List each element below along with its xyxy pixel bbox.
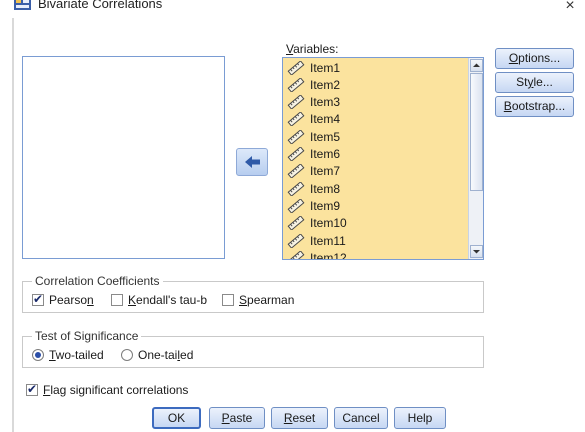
source-variable-list[interactable] [22, 56, 225, 259]
variables-list[interactable]: Item1 Item2 Item3 Item4 Item5 Item6 Item7 Item8… [282, 57, 484, 260]
options-button[interactable]: Options... [495, 48, 574, 69]
variable-item-label: Item12 [310, 250, 347, 260]
spss-dialog-icon [14, 0, 31, 10]
variable-item[interactable]: Item7 [287, 163, 340, 180]
reset-button[interactable]: Reset [271, 407, 328, 429]
variable-item[interactable]: Item8 [287, 180, 340, 197]
scroll-down-arrow[interactable] [470, 245, 483, 258]
move-variables-button[interactable] [236, 148, 268, 176]
test-of-significance-title: Test of Significance [32, 329, 142, 343]
variable-item-label: Item10 [310, 216, 347, 231]
correlation-coefficients-title: Correlation Coefficients [32, 274, 163, 288]
variable-item-label: Item3 [310, 95, 341, 110]
ruler-scale-icon [287, 112, 305, 127]
one-tailed-label[interactable]: One-tailed [138, 348, 193, 362]
help-button[interactable]: Help [394, 407, 446, 429]
variable-item-label: Item11 [310, 233, 346, 248]
flag-significant-checkbox[interactable] [26, 382, 38, 396]
ruler-scale-icon [287, 164, 305, 179]
variable-item-label: Item5 [310, 129, 341, 144]
pearson-label[interactable]: Pearson [49, 293, 94, 307]
variable-item-label: Item2 [310, 77, 341, 92]
ruler-scale-icon [287, 77, 305, 92]
close-icon[interactable]: × [560, 0, 580, 15]
variable-item[interactable]: Item3 [287, 94, 340, 111]
window-left-border [12, 18, 14, 432]
ruler-scale-icon [287, 181, 305, 196]
variable-item-label: Item8 [310, 181, 341, 196]
arrow-left-icon [245, 156, 260, 168]
one-tailed-radio[interactable] [121, 349, 133, 361]
two-tailed-radio[interactable] [32, 349, 44, 361]
window-title: Bivariate Correlations [38, 0, 163, 11]
variable-item-label: Item6 [310, 147, 341, 161]
kendall-checkbox[interactable] [111, 294, 123, 306]
variables-label: Variables: [286, 42, 339, 56]
variable-item[interactable]: Item9 [287, 197, 340, 214]
ruler-scale-icon [287, 95, 305, 110]
variable-item-label: Item1 [310, 60, 341, 75]
ruler-scale-icon [287, 216, 305, 231]
ruler-scale-icon [287, 147, 305, 161]
spearman-label[interactable]: Spearman [239, 293, 294, 307]
pearson-checkbox[interactable] [32, 292, 44, 306]
variable-item-label: Item4 [310, 112, 341, 127]
paste-button[interactable]: Paste [209, 407, 265, 429]
variable-item-label: Item7 [310, 164, 341, 179]
variable-item[interactable]: Item11 [287, 232, 346, 249]
variable-item[interactable]: Item6 [287, 146, 340, 163]
style-button[interactable]: Style... [495, 72, 574, 93]
spearman-checkbox[interactable] [222, 294, 234, 306]
ruler-scale-icon [287, 198, 305, 213]
variables-scrollbar[interactable] [468, 58, 483, 259]
variable-item[interactable]: Item5 [287, 128, 340, 145]
variable-item[interactable]: Item4 [287, 111, 340, 128]
kendall-label[interactable]: Kendall's tau-b [128, 293, 207, 307]
bootstrap-button[interactable]: Bootstrap... [495, 96, 574, 117]
variable-item[interactable]: Item1 [287, 59, 340, 76]
scroll-up-arrow[interactable] [470, 59, 483, 72]
cancel-button[interactable]: Cancel [334, 407, 388, 429]
flag-significant-label[interactable]: Flag significant correlations [43, 383, 188, 397]
ruler-scale-icon [287, 129, 305, 144]
ruler-scale-icon [287, 233, 305, 248]
variable-item[interactable]: Item2 [287, 76, 340, 93]
scrollbar-thumb[interactable] [470, 73, 483, 191]
ruler-scale-icon [287, 250, 305, 259]
variable-item[interactable]: Item12 [287, 249, 347, 260]
variable-item-label: Item9 [310, 198, 341, 213]
ruler-scale-icon [287, 60, 305, 75]
ok-button[interactable]: OK [152, 407, 201, 429]
variable-item[interactable]: Item10 [287, 215, 347, 232]
two-tailed-label[interactable]: Two-tailed [49, 348, 104, 362]
